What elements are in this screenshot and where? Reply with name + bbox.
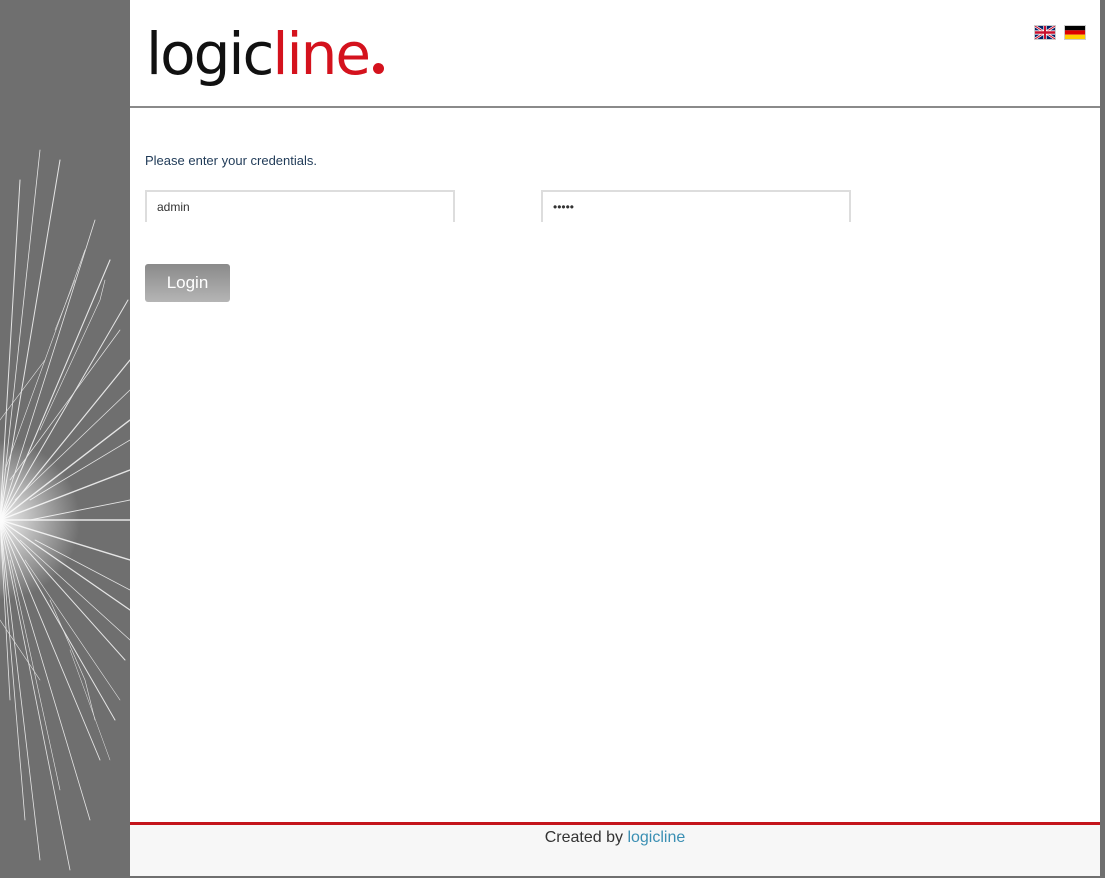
logo-text-red: line bbox=[272, 20, 371, 88]
language-switcher bbox=[1035, 26, 1085, 39]
credentials-prompt: Please enter your credentials. bbox=[145, 153, 317, 168]
login-form: Please enter your credentials. Login bbox=[145, 150, 851, 302]
footer-created-by: Created by bbox=[544, 829, 623, 846]
username-input[interactable] bbox=[145, 190, 455, 222]
password-input[interactable] bbox=[541, 190, 851, 222]
logo-dot-icon bbox=[373, 63, 385, 74]
main-panel: logicline Please enter your credentials.… bbox=[130, 0, 1100, 876]
footer-logicline-link[interactable]: logicline bbox=[627, 829, 685, 846]
footer-credit: Created by logicline bbox=[545, 829, 686, 847]
uk-flag-icon[interactable] bbox=[1035, 26, 1055, 39]
germany-flag-icon[interactable] bbox=[1065, 26, 1085, 39]
login-button[interactable]: Login bbox=[145, 264, 230, 302]
logo-text-dark: logic bbox=[146, 20, 274, 88]
sparks-background-image bbox=[0, 0, 130, 878]
footer: Created by logicline bbox=[130, 822, 1100, 876]
page: logicline Please enter your credentials.… bbox=[0, 0, 1105, 878]
logicline-logo: logicline bbox=[146, 14, 385, 94]
header: logicline bbox=[130, 0, 1100, 108]
